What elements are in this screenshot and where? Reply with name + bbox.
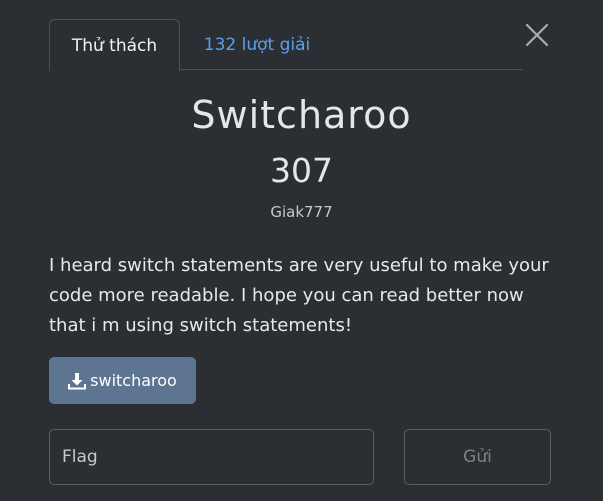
submit-button[interactable]: Gửi bbox=[404, 429, 551, 485]
close-icon bbox=[525, 23, 549, 47]
flag-input[interactable] bbox=[49, 429, 374, 485]
close-button[interactable] bbox=[522, 20, 552, 50]
challenge-description: I heard switch statements are very usefu… bbox=[49, 255, 549, 336]
download-file-label: switcharoo bbox=[90, 371, 177, 390]
challenge-title: Switcharoo bbox=[191, 93, 412, 137]
tab-solves[interactable]: 132 lượt giải bbox=[187, 19, 327, 70]
download-icon bbox=[68, 372, 87, 389]
tab-challenge[interactable]: Thử thách bbox=[49, 19, 180, 71]
tab-bar: Thử thách 132 lượt giải bbox=[49, 19, 523, 71]
challenge-author: Giak777 bbox=[270, 203, 333, 221]
download-file-button[interactable]: switcharoo bbox=[49, 357, 196, 404]
challenge-points: 307 bbox=[270, 151, 333, 190]
